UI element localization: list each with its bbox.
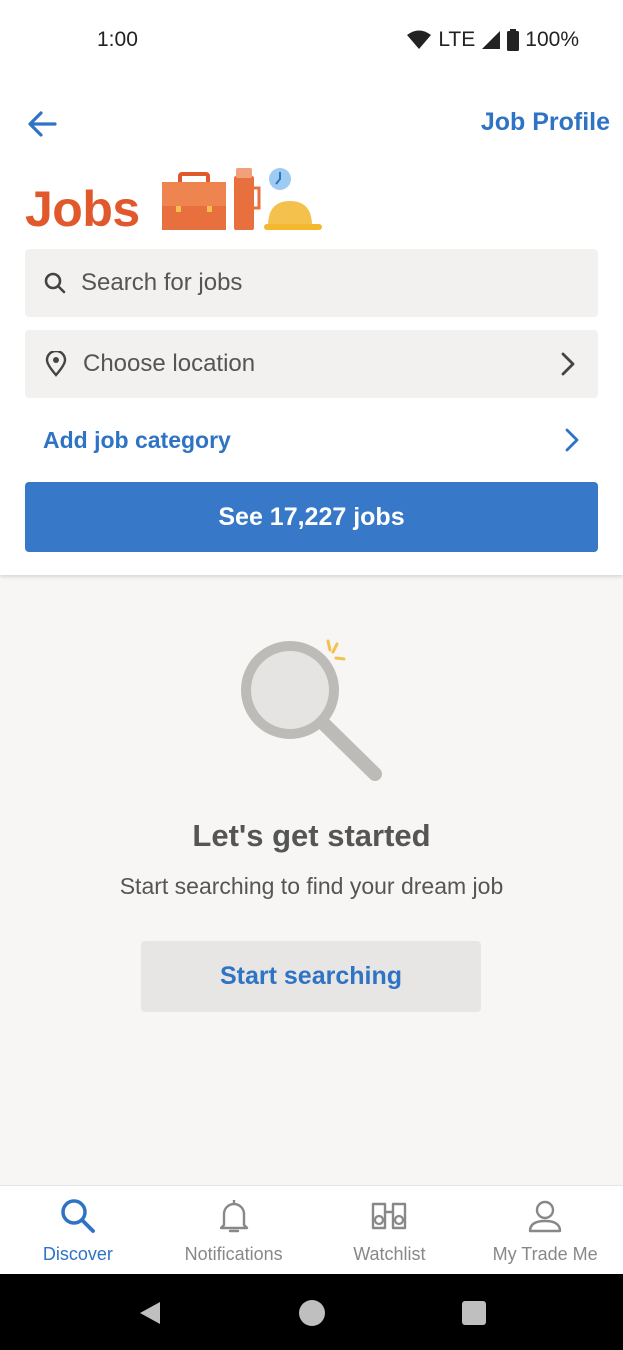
jobs-header: Job Profile Jobs Search for jobs Choose … <box>0 80 623 575</box>
status-time: 1:00 <box>97 28 138 51</box>
nav-item-notifications[interactable]: Notifications <box>156 1186 312 1274</box>
recents-square-icon[interactable] <box>461 1300 487 1326</box>
search-icon <box>44 272 66 294</box>
battery-icon <box>507 29 520 51</box>
nav-label: Discover <box>42 1244 113 1264</box>
nav-label: Watchlist <box>353 1244 426 1264</box>
chevron-right-icon <box>565 428 579 452</box>
location-placeholder: Choose location <box>83 350 256 377</box>
battery-label: 100% <box>525 28 579 51</box>
empty-state-subtitle: Start searching to find your dream job <box>119 873 504 899</box>
back-button[interactable] <box>26 108 66 140</box>
wifi-icon <box>407 30 432 49</box>
home-circle-icon[interactable] <box>297 1298 327 1328</box>
bottom-nav: Discover Notifications Watchlist My Trad… <box>0 1185 623 1274</box>
network-label: LTE <box>438 28 476 51</box>
jobs-illustration-icon <box>162 168 322 230</box>
location-pin-icon <box>45 351 67 377</box>
system-nav-bar <box>0 1274 623 1350</box>
start-searching-button[interactable]: Start searching <box>141 941 481 1012</box>
location-selector[interactable]: Choose location <box>25 330 598 398</box>
person-icon <box>525 1196 565 1236</box>
job-profile-link[interactable]: Job Profile <box>481 108 610 137</box>
magnifier-illustration-icon <box>241 639 382 781</box>
binoculars-icon <box>369 1196 409 1236</box>
nav-item-watchlist[interactable]: Watchlist <box>312 1186 468 1274</box>
nav-label: My Trade Me <box>492 1244 598 1264</box>
empty-state-title: Let's get started <box>192 818 431 853</box>
see-jobs-button[interactable]: See 17,227 jobs <box>25 482 598 552</box>
arrow-left-icon <box>28 111 57 137</box>
search-placeholder: Search for jobs <box>81 269 243 296</box>
search-icon <box>58 1196 98 1236</box>
status-indicators: LTE 100% <box>406 28 579 52</box>
back-triangle-icon[interactable] <box>138 1300 162 1326</box>
status-bar: 1:00 LTE 100% <box>0 0 623 80</box>
nav-label: Notifications <box>184 1244 283 1264</box>
bell-icon <box>214 1196 254 1236</box>
nav-item-discover[interactable]: Discover <box>0 1186 156 1274</box>
signal-icon <box>482 31 501 49</box>
nav-item-my-trade-me[interactable]: My Trade Me <box>467 1186 623 1274</box>
add-job-category-row[interactable]: Add job category <box>25 416 598 466</box>
search-input[interactable]: Search for jobs <box>25 249 598 317</box>
page-title: Jobs <box>25 181 140 237</box>
chevron-right-icon <box>561 352 575 376</box>
add-job-category-label: Add job category <box>43 427 231 453</box>
